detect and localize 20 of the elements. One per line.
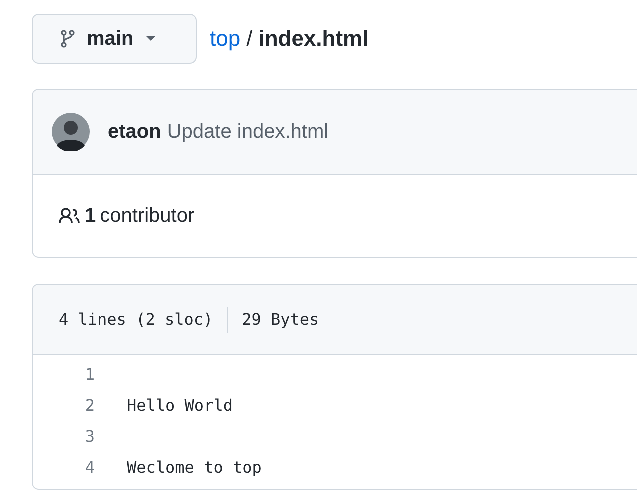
line-number: 4 [84,458,95,477]
file-size: 29 Bytes [242,310,320,329]
line-count: 4 lines (2 sloc) [59,310,214,329]
line-number: 1 [84,365,95,384]
line-number: 3 [84,427,95,446]
path-separator: / [246,26,253,52]
repo-link[interactable]: top [210,26,241,52]
avatar-icon [52,113,90,151]
code-line: Hello World [127,396,233,415]
branch-icon [61,30,75,48]
commit-message[interactable]: Update index.html [167,120,329,144]
commit-author[interactable]: etaon [108,120,162,144]
branch-button[interactable]: main [32,14,197,64]
file-name: index.html [258,26,369,52]
code-line: Weclome to top [127,458,262,477]
people-icon [59,208,81,224]
contributor-count: 1 [85,204,96,228]
contributor-label: contributor [100,204,195,228]
line-number: 2 [84,396,95,415]
caret-icon [146,36,156,42]
